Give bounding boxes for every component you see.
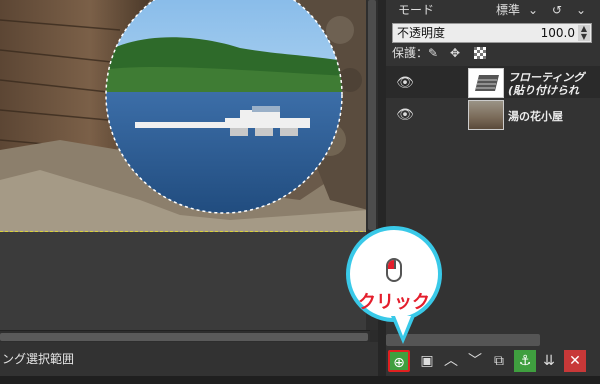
image-canvas[interactable] [0, 0, 368, 232]
anchor-button[interactable]: ⚓ [514, 350, 536, 372]
lower-layer-button[interactable]: ﹀ [464, 350, 486, 372]
opacity-spinner[interactable]: ▲ ▼ [578, 25, 590, 41]
horizontal-scroll-thumb[interactable] [0, 333, 368, 341]
window-bottom-edge [0, 376, 600, 384]
dock-divider[interactable] [378, 0, 386, 384]
mode-label: モード [398, 3, 435, 17]
merge-down-button[interactable]: ⇊ [538, 350, 560, 372]
mouse-divider [394, 260, 396, 269]
layer-thumbnail [468, 68, 504, 98]
layer-name[interactable]: 湯の花小屋 [508, 108, 563, 124]
gimp-window: ング選択範囲 モード 標準 ⌄ ↺ ⌄ 不透明度 100.0 ▲ ▼ 保護： ✎ … [0, 0, 600, 384]
lock-label: 保護： [392, 46, 429, 60]
layer-row[interactable]: 👁 湯の花小屋 [386, 98, 600, 132]
canvas-image [0, 0, 368, 232]
callout-text: クリック [358, 292, 430, 313]
mouse-icon [386, 258, 402, 282]
delete-layer-button[interactable]: ✕ [564, 350, 586, 372]
lock-pixels-icon[interactable]: ✎ [428, 44, 438, 62]
lock-alpha-icon[interactable] [474, 47, 486, 59]
status-text: ング選択範囲 [2, 352, 75, 366]
mode-row: モード 標準 ⌄ ↺ ⌄ [392, 0, 600, 20]
raise-layer-button[interactable]: ︿ [440, 350, 462, 372]
chevron-down-icon[interactable]: ⌄ [528, 0, 538, 20]
duplicate-layer-button[interactable]: ⧉ [488, 350, 510, 372]
floating-selection-icon [475, 75, 499, 91]
callout-pointer-inner [395, 316, 411, 336]
layer-thumbnail [468, 100, 504, 130]
canvas-padding [0, 232, 372, 330]
layer-row[interactable]: 👁 フローティング (貼り付けられ [386, 66, 600, 100]
layers-button-bar: ⊕ ▣ ︿ ﹀ ⧉ ⚓ ⇊ ✕ [386, 346, 600, 376]
lock-position-icon[interactable]: ✥ [450, 44, 460, 62]
mode-select[interactable]: 標準 [496, 0, 520, 20]
new-group-button[interactable]: ▣ [416, 350, 438, 372]
eye-icon[interactable]: 👁 [394, 74, 416, 92]
lock-row: 保護： ✎ ✥ [392, 44, 600, 62]
opacity-label: 不透明度 [397, 26, 446, 40]
eye-icon[interactable]: 👁 [394, 106, 416, 124]
reset-mode-icon[interactable]: ↺ [552, 0, 562, 20]
opacity-value[interactable]: 100.0 [541, 24, 575, 42]
new-layer-button[interactable]: ⊕ [388, 350, 410, 372]
vertical-scroll-thumb[interactable] [368, 0, 376, 230]
layer-name-detail: (貼り付けられ [508, 84, 580, 97]
chevron-down-icon[interactable]: ⌄ [576, 0, 586, 20]
status-bar: ング選択範囲 [0, 342, 380, 376]
opacity-field[interactable]: 不透明度 100.0 ▲ ▼ [392, 23, 592, 43]
